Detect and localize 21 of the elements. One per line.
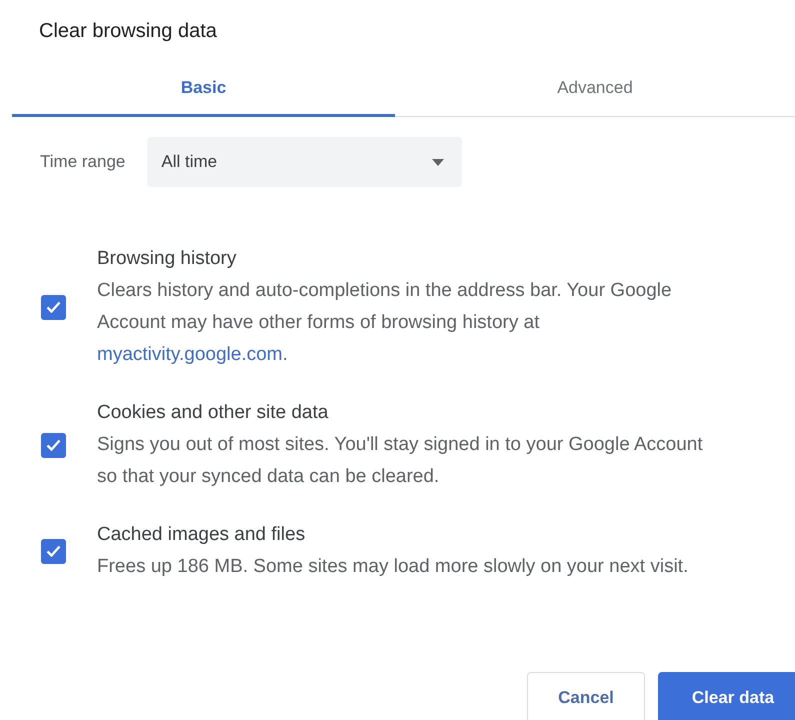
dialog-title: Clear browsing data [38, 19, 218, 44]
option-description: Frees up 186 MB. Some sites may load more slowly on your next visit. [97, 555, 688, 579]
check-icon [46, 439, 61, 451]
tab[interactable]: Advanced [395, 68, 795, 117]
check-icon [46, 545, 61, 557]
option-title: Browsing history [97, 247, 238, 271]
checkbox[interactable] [41, 294, 66, 320]
activity-link[interactable]: myactivity.google.com [97, 344, 282, 365]
caret-icon [432, 158, 444, 166]
check-icon [46, 301, 61, 313]
cancel-button[interactable]: Cancel [527, 672, 645, 720]
time-range-dropdown[interactable]: All time [147, 137, 462, 187]
option-title: Cookies and other site data [97, 401, 330, 425]
option-title: Cached images and files [97, 523, 306, 547]
option-description: Signs you out of most sites. You'll stay signed in to your Google Account so that your synced data can be cleared. [97, 433, 703, 489]
option-description: Clears history and auto-completions in the address bar. Your Google Account may have other forms of browsing history at myactivity.google.com. [97, 279, 672, 367]
time-range-label: Time range [40, 152, 126, 172]
checkbox[interactable] [41, 432, 66, 458]
tab[interactable]: Basic [12, 68, 395, 117]
clear-data-button[interactable]: Clear data [658, 672, 795, 720]
checkbox[interactable] [41, 538, 66, 564]
